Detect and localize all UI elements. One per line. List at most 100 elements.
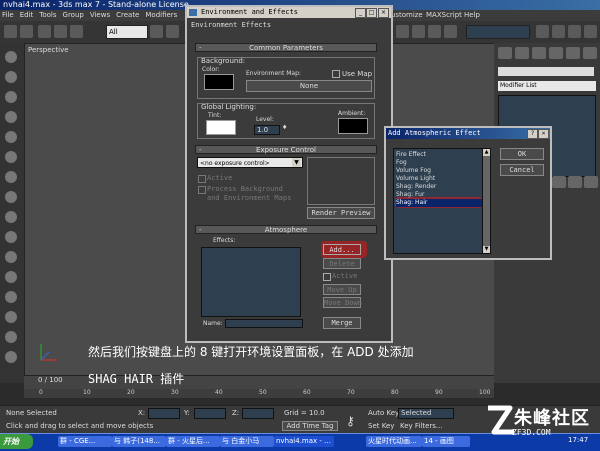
- hierarchy-tab-icon[interactable]: [532, 47, 546, 59]
- modifier-list-select[interactable]: Modifier List: [498, 81, 596, 91]
- tool-icon-3[interactable]: [5, 91, 17, 103]
- object-name-field[interactable]: [498, 67, 594, 76]
- key-icon[interactable]: ⚷: [346, 414, 355, 428]
- effect-name-field[interactable]: [225, 319, 303, 328]
- maximize-icon[interactable]: □: [366, 8, 377, 18]
- atmospheric-effect-list[interactable]: Fire Effect Fog Volume Fog Volume Light …: [393, 148, 491, 254]
- tool-icon-11[interactable]: [5, 251, 17, 263]
- list-scrollbar[interactable]: ▲ ▼: [482, 148, 491, 254]
- list-item-volume-light[interactable]: Volume Light: [396, 175, 482, 183]
- tool-icon-9[interactable]: [5, 211, 17, 223]
- task-2[interactable]: 与 韩子(148...: [112, 436, 166, 447]
- tool-icon-1[interactable]: [5, 51, 17, 63]
- auto-key-label[interactable]: Auto Key: [368, 409, 399, 417]
- add-time-tag-button[interactable]: Add Time Tag: [282, 421, 338, 431]
- delete-button[interactable]: Delete: [323, 258, 361, 269]
- list-item-volume-fog[interactable]: Volume Fog: [396, 167, 482, 175]
- menu-tools[interactable]: Tools: [39, 11, 56, 19]
- env-dialog-titlebar[interactable]: Environment and Effects _ □ ×: [187, 7, 391, 18]
- tool-icon-8[interactable]: [5, 191, 17, 203]
- move-up-button[interactable]: Move Up: [323, 284, 361, 295]
- render-setup-icon[interactable]: [536, 25, 549, 38]
- select-icon[interactable]: [150, 25, 163, 38]
- env-tabs[interactable]: Environment Effects: [188, 20, 390, 30]
- env-map-button[interactable]: None: [246, 80, 372, 92]
- curve-editor-icon[interactable]: [444, 25, 457, 38]
- render-preview-button[interactable]: Render Preview: [307, 207, 375, 219]
- task-6[interactable]: 火星时代动画...: [366, 436, 422, 447]
- list-item-fog[interactable]: Fog: [396, 159, 482, 167]
- chevron-down-icon[interactable]: ▼: [292, 158, 301, 167]
- undo-icon[interactable]: [4, 25, 17, 38]
- list-item-shag-hair[interactable]: Shag: Hair: [396, 199, 482, 207]
- effects-list[interactable]: [201, 247, 301, 317]
- show-end-result-icon[interactable]: [568, 176, 582, 188]
- mirror-icon[interactable]: [396, 25, 409, 38]
- help-icon[interactable]: ?: [527, 129, 538, 139]
- exposure-control-select[interactable]: <no exposure control> ▼: [197, 157, 303, 168]
- teapot-icon[interactable]: [584, 25, 597, 38]
- minimize-icon[interactable]: _: [355, 8, 366, 18]
- x-coord-field[interactable]: [148, 408, 180, 419]
- utilities-tab-icon[interactable]: [583, 47, 597, 59]
- menu-maxscript[interactable]: MAXScript: [426, 10, 462, 21]
- motion-tab-icon[interactable]: [549, 47, 563, 59]
- pin-stack-icon[interactable]: [552, 176, 566, 188]
- menu-views[interactable]: Views: [90, 11, 110, 19]
- tool-icon-4[interactable]: [5, 111, 17, 123]
- tint-color-swatch[interactable]: [206, 120, 236, 135]
- tool-icon-13[interactable]: [5, 291, 17, 303]
- add-button[interactable]: Add...: [323, 244, 361, 255]
- ambient-color-swatch[interactable]: [338, 118, 368, 134]
- list-item-shag-render[interactable]: Shag: Render: [396, 183, 482, 191]
- use-map-checkbox[interactable]: [332, 70, 340, 78]
- close-icon[interactable]: ×: [378, 8, 389, 18]
- menu-modifiers[interactable]: Modifiers: [145, 11, 177, 19]
- render-icon[interactable]: [552, 25, 565, 38]
- menu-file[interactable]: File: [0, 11, 14, 19]
- named-selection-set[interactable]: [466, 25, 530, 39]
- menu-edit[interactable]: Edit: [20, 11, 34, 19]
- auto-key-select[interactable]: Selected: [398, 408, 454, 419]
- background-color-swatch[interactable]: [204, 74, 234, 90]
- select-by-name-icon[interactable]: [166, 25, 179, 38]
- tool-icon-5[interactable]: [5, 131, 17, 143]
- atm-close-icon[interactable]: ×: [538, 129, 549, 139]
- task-4[interactable]: 与 白金小马: [220, 436, 274, 447]
- configure-modifier-sets-icon[interactable]: [584, 176, 598, 188]
- y-coord-field[interactable]: [194, 408, 226, 419]
- menu-help[interactable]: Help: [464, 10, 480, 21]
- list-item-fire-effect[interactable]: Fire Effect: [396, 151, 482, 159]
- viewport-label[interactable]: Perspective: [28, 46, 69, 54]
- tool-icon-15[interactable]: [5, 331, 17, 343]
- tool-icon-6[interactable]: [5, 151, 17, 163]
- exposure-control-rollout[interactable]: - Exposure Control: [195, 145, 377, 154]
- task-3[interactable]: 群 - 火星后...: [166, 436, 220, 447]
- exposure-active-checkbox[interactable]: [198, 175, 206, 183]
- task-5[interactable]: nvhai4.max - ...: [274, 436, 334, 447]
- tool-icon-2[interactable]: [5, 71, 17, 83]
- scroll-up-icon[interactable]: ▲: [483, 149, 490, 156]
- spinner-arrows-icon[interactable]: ♦: [282, 124, 287, 131]
- tool-icon-7[interactable]: [5, 171, 17, 183]
- start-button[interactable]: 开始: [0, 434, 33, 449]
- tool-icon-12[interactable]: [5, 271, 17, 283]
- ok-button[interactable]: OK: [500, 148, 544, 160]
- tool-icon-14[interactable]: [5, 311, 17, 323]
- tool-icon-16[interactable]: [5, 351, 17, 363]
- z-coord-field[interactable]: [242, 408, 274, 419]
- menu-create[interactable]: Create: [116, 11, 139, 19]
- layer-icon[interactable]: [428, 25, 441, 38]
- display-tab-icon[interactable]: [566, 47, 580, 59]
- modify-tab-icon[interactable]: [515, 47, 529, 59]
- bind-icon[interactable]: [70, 25, 83, 38]
- common-params-rollout[interactable]: - Common Parameters: [195, 43, 377, 52]
- selection-filter-select[interactable]: All: [106, 25, 148, 39]
- level-spinner[interactable]: 1.0: [254, 125, 280, 135]
- scroll-down-icon[interactable]: ▼: [483, 246, 490, 253]
- quick-render-icon[interactable]: [568, 25, 581, 38]
- atmosphere-rollout[interactable]: - Atmosphere: [195, 225, 377, 234]
- tool-icon-10[interactable]: [5, 231, 17, 243]
- set-key-label[interactable]: Set Key: [368, 422, 394, 430]
- move-down-button[interactable]: Move Down: [323, 297, 362, 308]
